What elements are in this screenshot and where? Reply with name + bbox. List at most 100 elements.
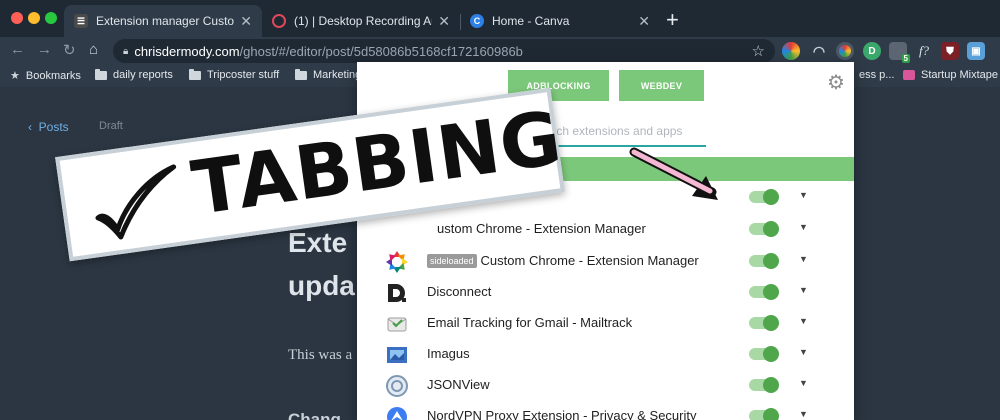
chevron-left-icon: ‹ xyxy=(28,120,32,134)
chevron-down-icon[interactable]: ▼ xyxy=(799,316,808,326)
tab-title: (1) | Desktop Recording August xyxy=(294,14,432,28)
chevron-down-icon[interactable]: ▼ xyxy=(799,409,808,419)
close-tab-icon[interactable]: ✕ xyxy=(240,13,252,30)
extension-badge-count: 5 xyxy=(901,54,910,63)
gear-icon[interactable]: ⚙ xyxy=(827,70,845,95)
recorder-favicon-icon xyxy=(272,14,286,28)
extension-name: Imagus xyxy=(427,346,470,361)
jsonview-logo-icon xyxy=(386,375,408,397)
close-window-button[interactable] xyxy=(11,12,23,24)
extension-name-wrap: sideloaded Custom Chrome - Extension Man… xyxy=(427,253,699,268)
extension-row[interactable]: Imagus ▼ xyxy=(357,339,854,370)
browser-toolbar: ← → ↻ ⌂ 🔒︎ chrisdermody.com/ghost/#/edit… xyxy=(0,37,1000,65)
chevron-down-icon[interactable]: ▼ xyxy=(799,347,808,357)
extension-toggle[interactable] xyxy=(749,284,779,300)
disconnect-logo-icon xyxy=(388,284,406,302)
extension-name: JSONView xyxy=(427,377,490,392)
bookmark-marketing[interactable]: Marketing xyxy=(295,68,362,81)
extension-row[interactable]: ustom Chrome - Extension Manager ▼ xyxy=(357,214,854,245)
close-tab-icon[interactable]: ✕ xyxy=(638,13,650,30)
extension-row[interactable]: Email Tracking for Gmail - Mailtrack ▼ xyxy=(357,308,854,339)
tab-title: Home - Canva xyxy=(492,14,570,28)
star-icon: ★ xyxy=(10,70,20,82)
chevron-down-icon[interactable]: ▼ xyxy=(799,378,808,388)
breadcrumb-draft: Draft xyxy=(99,120,123,132)
bookmark-star-icon[interactable]: ☆ xyxy=(752,42,765,60)
dribbble-extension-icon[interactable]: D xyxy=(863,42,881,60)
back-icon[interactable]: ← xyxy=(10,41,25,58)
extension-toggle[interactable] xyxy=(749,408,779,420)
extension-row[interactable]: JSONView ▼ xyxy=(357,370,854,401)
new-tab-button[interactable]: + xyxy=(666,7,679,33)
bookmark-business[interactable]: ess p... xyxy=(859,69,894,81)
extension-name: Custom Chrome - Extension Manager xyxy=(480,253,699,268)
post-body-paragraph[interactable]: This was a xyxy=(288,347,352,364)
url-host: chrisdermody.com xyxy=(134,43,240,59)
extension-toggle[interactable] xyxy=(749,377,779,393)
chevron-down-icon[interactable]: ▼ xyxy=(799,254,808,264)
extension-toggle[interactable] xyxy=(749,315,779,331)
reload-icon[interactable]: ↻ xyxy=(63,41,76,59)
extension-row[interactable]: sideloaded Custom Chrome - Extension Man… xyxy=(357,246,854,277)
address-bar[interactable]: 🔒︎ chrisdermody.com/ghost/#/editor/post/… xyxy=(113,39,775,63)
folder-icon xyxy=(189,68,201,80)
notifications-extension-icon[interactable]: 5 xyxy=(889,42,910,63)
group-webdev-button[interactable]: WEBDEV xyxy=(619,70,704,101)
home-icon[interactable]: ⌂ xyxy=(89,41,98,58)
url-path: /ghost/#/editor/post/5d58086b5168cf17216… xyxy=(239,43,523,59)
chevron-down-icon[interactable]: ▼ xyxy=(799,222,808,232)
bookmarks-menu[interactable]: ★ Bookmarks xyxy=(10,69,81,83)
whatfont-extension-icon[interactable]: f? xyxy=(915,42,933,60)
custom-chrome-logo-icon xyxy=(386,251,408,273)
post-subheading[interactable]: Chang xyxy=(288,410,341,420)
bookmark-daily-reports[interactable]: daily reports xyxy=(95,68,173,81)
bookmark-label: Bookmarks xyxy=(25,69,81,82)
bookmark-label: Marketing xyxy=(313,69,362,81)
privacy-extension-icon[interactable]: ◠ xyxy=(810,42,828,60)
extension-name: ustom Chrome - Extension Manager xyxy=(437,221,646,236)
breadcrumb-posts[interactable]: ‹ Posts xyxy=(28,120,69,134)
close-tab-icon[interactable]: ✕ xyxy=(438,13,450,30)
sideloaded-badge: sideloaded xyxy=(427,253,477,268)
browser-tab-bar: ☰ Extension manager Custom Ch ✕ (1) | De… xyxy=(0,0,1000,37)
custom-chrome-extension-icon[interactable] xyxy=(782,42,800,60)
chevron-down-icon[interactable]: ▼ xyxy=(799,190,808,200)
bookmark-label: ess p... xyxy=(859,69,895,81)
canva-favicon-icon: C xyxy=(470,14,484,28)
tab-extension-manager[interactable]: ☰ Extension manager Custom Ch ✕ xyxy=(64,5,262,37)
bookmark-label: Startup Mixtape xyxy=(921,69,999,81)
extension-row[interactable]: NordVPN Proxy Extension - Privacy & Secu… xyxy=(357,401,854,420)
folder-icon xyxy=(295,68,307,80)
lock-icon: 🔒︎ xyxy=(123,45,129,57)
minimize-window-button[interactable] xyxy=(28,12,40,24)
extension-manager-active-icon[interactable] xyxy=(836,42,854,60)
tab-canva[interactable]: C Home - Canva ✕ xyxy=(460,5,660,37)
bookmark-label: daily reports xyxy=(113,69,173,81)
tab-title: Extension manager Custom Ch xyxy=(96,14,235,28)
ghost-favicon-icon: ☰ xyxy=(74,14,88,28)
maximize-window-button[interactable] xyxy=(45,12,57,24)
checkmark-icon xyxy=(95,164,177,240)
folder-icon xyxy=(95,68,107,80)
extension-toggle[interactable] xyxy=(749,189,779,205)
window-resizer-extension-icon[interactable]: ▣ xyxy=(967,42,985,60)
bookmark-icon xyxy=(903,70,915,80)
extension-toggle[interactable] xyxy=(749,253,779,269)
tab-desktop-recording[interactable]: (1) | Desktop Recording August ✕ xyxy=(262,5,460,37)
chevron-down-icon[interactable]: ▼ xyxy=(799,285,808,295)
bookmark-tripcoster[interactable]: Tripcoster stuff xyxy=(189,68,279,81)
extension-name: Email Tracking for Gmail - Mailtrack xyxy=(427,315,633,330)
ublock-extension-icon[interactable]: ⛊ xyxy=(941,42,959,60)
nordvpn-logo-icon xyxy=(387,407,407,420)
mailtrack-envelope-icon xyxy=(387,317,407,332)
post-title-line-1[interactable]: Exte xyxy=(288,227,347,259)
breadcrumb-posts-label: Posts xyxy=(38,120,69,134)
extension-row[interactable]: Disconnect ▼ xyxy=(357,277,854,308)
forward-icon[interactable]: → xyxy=(37,41,52,58)
post-title-line-2[interactable]: upda xyxy=(288,270,355,302)
bookmark-startup-mixtape[interactable]: Startup Mixtape xyxy=(903,69,998,81)
extension-name: NordVPN Proxy Extension - Privacy & Secu… xyxy=(427,408,697,420)
extension-toggle[interactable] xyxy=(749,346,779,362)
extension-toggle[interactable] xyxy=(749,221,779,237)
imagus-logo-icon xyxy=(387,347,407,363)
